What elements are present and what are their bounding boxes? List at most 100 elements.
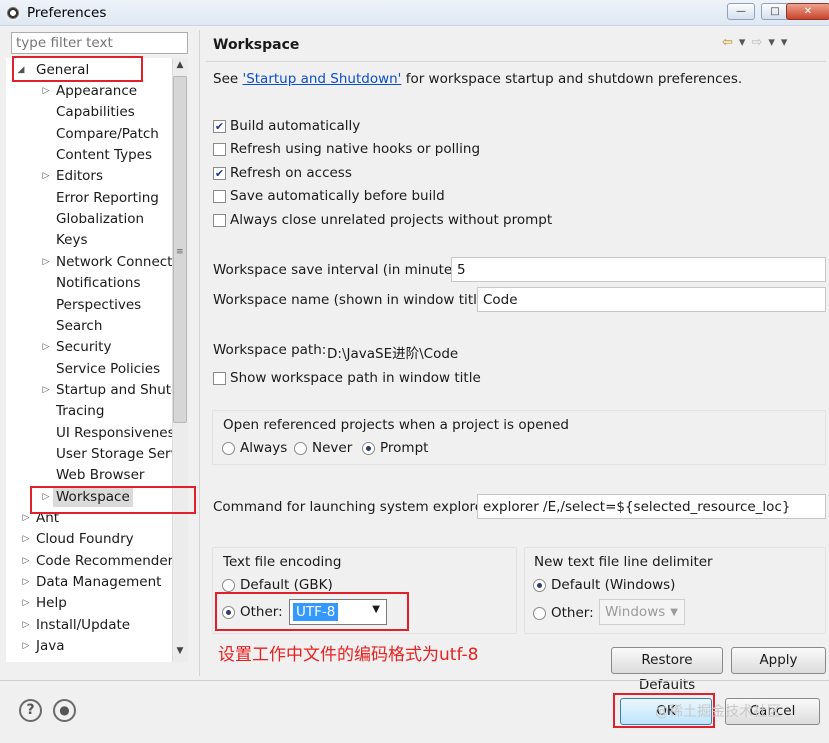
radio-prompt[interactable]: Prompt (362, 440, 428, 456)
tree-item[interactable]: Error Reporting (56, 188, 159, 208)
tree-item[interactable]: Web Browser (56, 465, 144, 485)
show-path-checkbox[interactable]: Show workspace path in window title (213, 369, 481, 387)
workspace-name-label: Workspace name (shown in window title): (213, 292, 495, 308)
tree-item-root[interactable]: Install/Update (36, 615, 130, 635)
tree-item[interactable]: UI Responsivenes: (56, 423, 172, 443)
radio-always[interactable]: Always (222, 440, 287, 456)
expand-arrow-icon[interactable]: ▷ (41, 81, 51, 101)
expand-arrow-icon[interactable]: ▷ (21, 636, 31, 656)
title-bar (0, 0, 829, 26)
highlight-encoding (215, 592, 409, 631)
tree-item[interactable]: Capabilities (56, 102, 135, 122)
expand-arrow-icon[interactable]: ▷ (21, 572, 31, 592)
tree-item[interactable]: Notifications (56, 273, 141, 293)
radio-icon[interactable] (294, 441, 307, 455)
close-button[interactable]: ✕ (786, 3, 829, 20)
restore-defaults-button[interactable]: Restore Defaults (611, 647, 723, 693)
forward-arrow-icon[interactable]: ⇨ (751, 35, 768, 50)
page-title: Workspace (213, 37, 300, 53)
tree-item-root[interactable]: Cloud Foundry (36, 529, 134, 549)
minimize-button[interactable]: — (727, 3, 755, 20)
expand-arrow-icon[interactable]: ▷ (21, 593, 31, 613)
expand-arrow-icon[interactable]: ▷ (21, 551, 31, 571)
tree-item[interactable]: Network Connecti (56, 252, 172, 272)
startup-shutdown-link[interactable]: 'Startup and Shutdown' (242, 71, 401, 87)
save-interval-input[interactable]: 5 (451, 257, 826, 282)
view-menu-icon[interactable]: ▾ (781, 35, 794, 50)
radio-never[interactable]: Never (294, 440, 352, 456)
back-menu-icon[interactable]: ▾ (739, 35, 752, 50)
page-description: See 'Startup and Shutdown' for workspace… (213, 71, 742, 87)
refresh-access-checkbox[interactable]: ✔ Refresh on access (213, 164, 352, 182)
apply-button[interactable]: Apply (731, 647, 826, 674)
explorer-label: Command for launching system explorer: (213, 499, 493, 515)
record-icon[interactable]: ● (53, 699, 76, 722)
build-auto-checkbox[interactable]: ✔ Build automatically (213, 117, 360, 135)
tree-item[interactable]: Security (56, 337, 111, 357)
scroll-up-icon[interactable]: ▲ (172, 60, 188, 74)
radio-label: Never (312, 440, 353, 456)
tree-item-root[interactable]: Java (36, 636, 65, 656)
checkbox-label: Save automatically before build (230, 188, 445, 204)
history-nav[interactable]: ⇦▾⇨▾▾ (722, 35, 793, 50)
radio-icon[interactable] (362, 441, 375, 455)
radio-default-delimiter[interactable]: Default (Windows) (533, 577, 675, 593)
close-unrelated-checkbox[interactable]: Always close unrelated projects without … (213, 211, 552, 229)
expand-arrow-icon[interactable]: ▷ (21, 615, 31, 635)
bottom-separator (0, 680, 829, 681)
radio-other-delimiter[interactable]: Other: (533, 605, 594, 621)
watermark: @稀土掘金技术社区 (655, 704, 781, 720)
expand-arrow-icon[interactable]: ▷ (41, 380, 51, 400)
delimiter-value: Windows (605, 604, 666, 620)
forward-menu-icon[interactable]: ▾ (768, 35, 781, 50)
filter-input[interactable] (11, 32, 188, 54)
highlight-general (12, 56, 143, 82)
checkbox-icon[interactable] (213, 142, 226, 156)
checkbox-label: Build automatically (230, 118, 361, 134)
checkbox-icon[interactable]: ✔ (213, 119, 226, 133)
tree-item[interactable]: User Storage Serv (56, 444, 172, 464)
scroll-down-icon[interactable]: ▼ (172, 646, 188, 660)
radio-icon[interactable] (533, 606, 546, 620)
expand-arrow-icon[interactable]: ▷ (21, 529, 31, 549)
tree-item[interactable]: Globalization (56, 209, 144, 229)
checkbox-icon[interactable] (213, 189, 226, 203)
expand-arrow-icon[interactable]: ▷ (41, 166, 51, 186)
tree-item[interactable]: Editors (56, 166, 103, 186)
radio-icon[interactable] (222, 578, 235, 592)
tree-item[interactable]: Appearance (56, 81, 137, 101)
checkbox-label: Always close unrelated projects without … (230, 212, 553, 228)
expand-arrow-icon[interactable]: ▷ (41, 252, 51, 272)
tree-item[interactable]: Service Policies (56, 359, 160, 379)
radio-default-encoding[interactable]: Default (GBK) (222, 577, 333, 593)
tree-item[interactable]: Tracing (56, 401, 104, 421)
workspace-name-input[interactable]: Code (477, 287, 826, 312)
annotation-text: 设置工作中文件的编码格式为utf-8 (218, 645, 479, 665)
help-icon[interactable]: ? (19, 699, 42, 722)
tree-item-root[interactable]: Data Management (36, 572, 161, 592)
refresh-native-checkbox[interactable]: Refresh using native hooks or polling (213, 140, 480, 158)
tree-item[interactable]: Search (56, 316, 102, 336)
back-arrow-icon[interactable]: ⇦ (722, 35, 739, 50)
checkbox-icon[interactable] (213, 213, 226, 227)
tree-item[interactable]: Keys (56, 230, 88, 250)
tree-item[interactable]: Compare/Patch (56, 124, 159, 144)
explorer-input[interactable]: explorer /E,/select=${selected_resource_… (477, 494, 826, 519)
window-title: Preferences (27, 5, 107, 21)
radio-icon[interactable] (533, 578, 546, 592)
maximize-button[interactable]: □ (761, 3, 789, 20)
checkbox-icon[interactable] (213, 371, 226, 385)
expand-arrow-icon[interactable]: ▷ (41, 337, 51, 357)
tree-item-root[interactable]: Code Recommenders (36, 551, 172, 571)
checkbox-icon[interactable]: ✔ (213, 166, 226, 180)
tree-item-root[interactable]: Help (36, 593, 67, 613)
tree-item[interactable]: Startup and Shutd (56, 380, 172, 400)
open-projects-label: Open referenced projects when a project … (223, 417, 569, 433)
workspace-path-label: Workspace path: (213, 342, 327, 358)
tree-item[interactable]: Perspectives (56, 295, 141, 315)
pane-divider[interactable] (199, 30, 200, 676)
tree-item[interactable]: Content Types (56, 145, 152, 165)
radio-label: Always (240, 440, 288, 456)
save-auto-checkbox[interactable]: Save automatically before build (213, 187, 445, 205)
radio-icon[interactable] (222, 441, 235, 455)
